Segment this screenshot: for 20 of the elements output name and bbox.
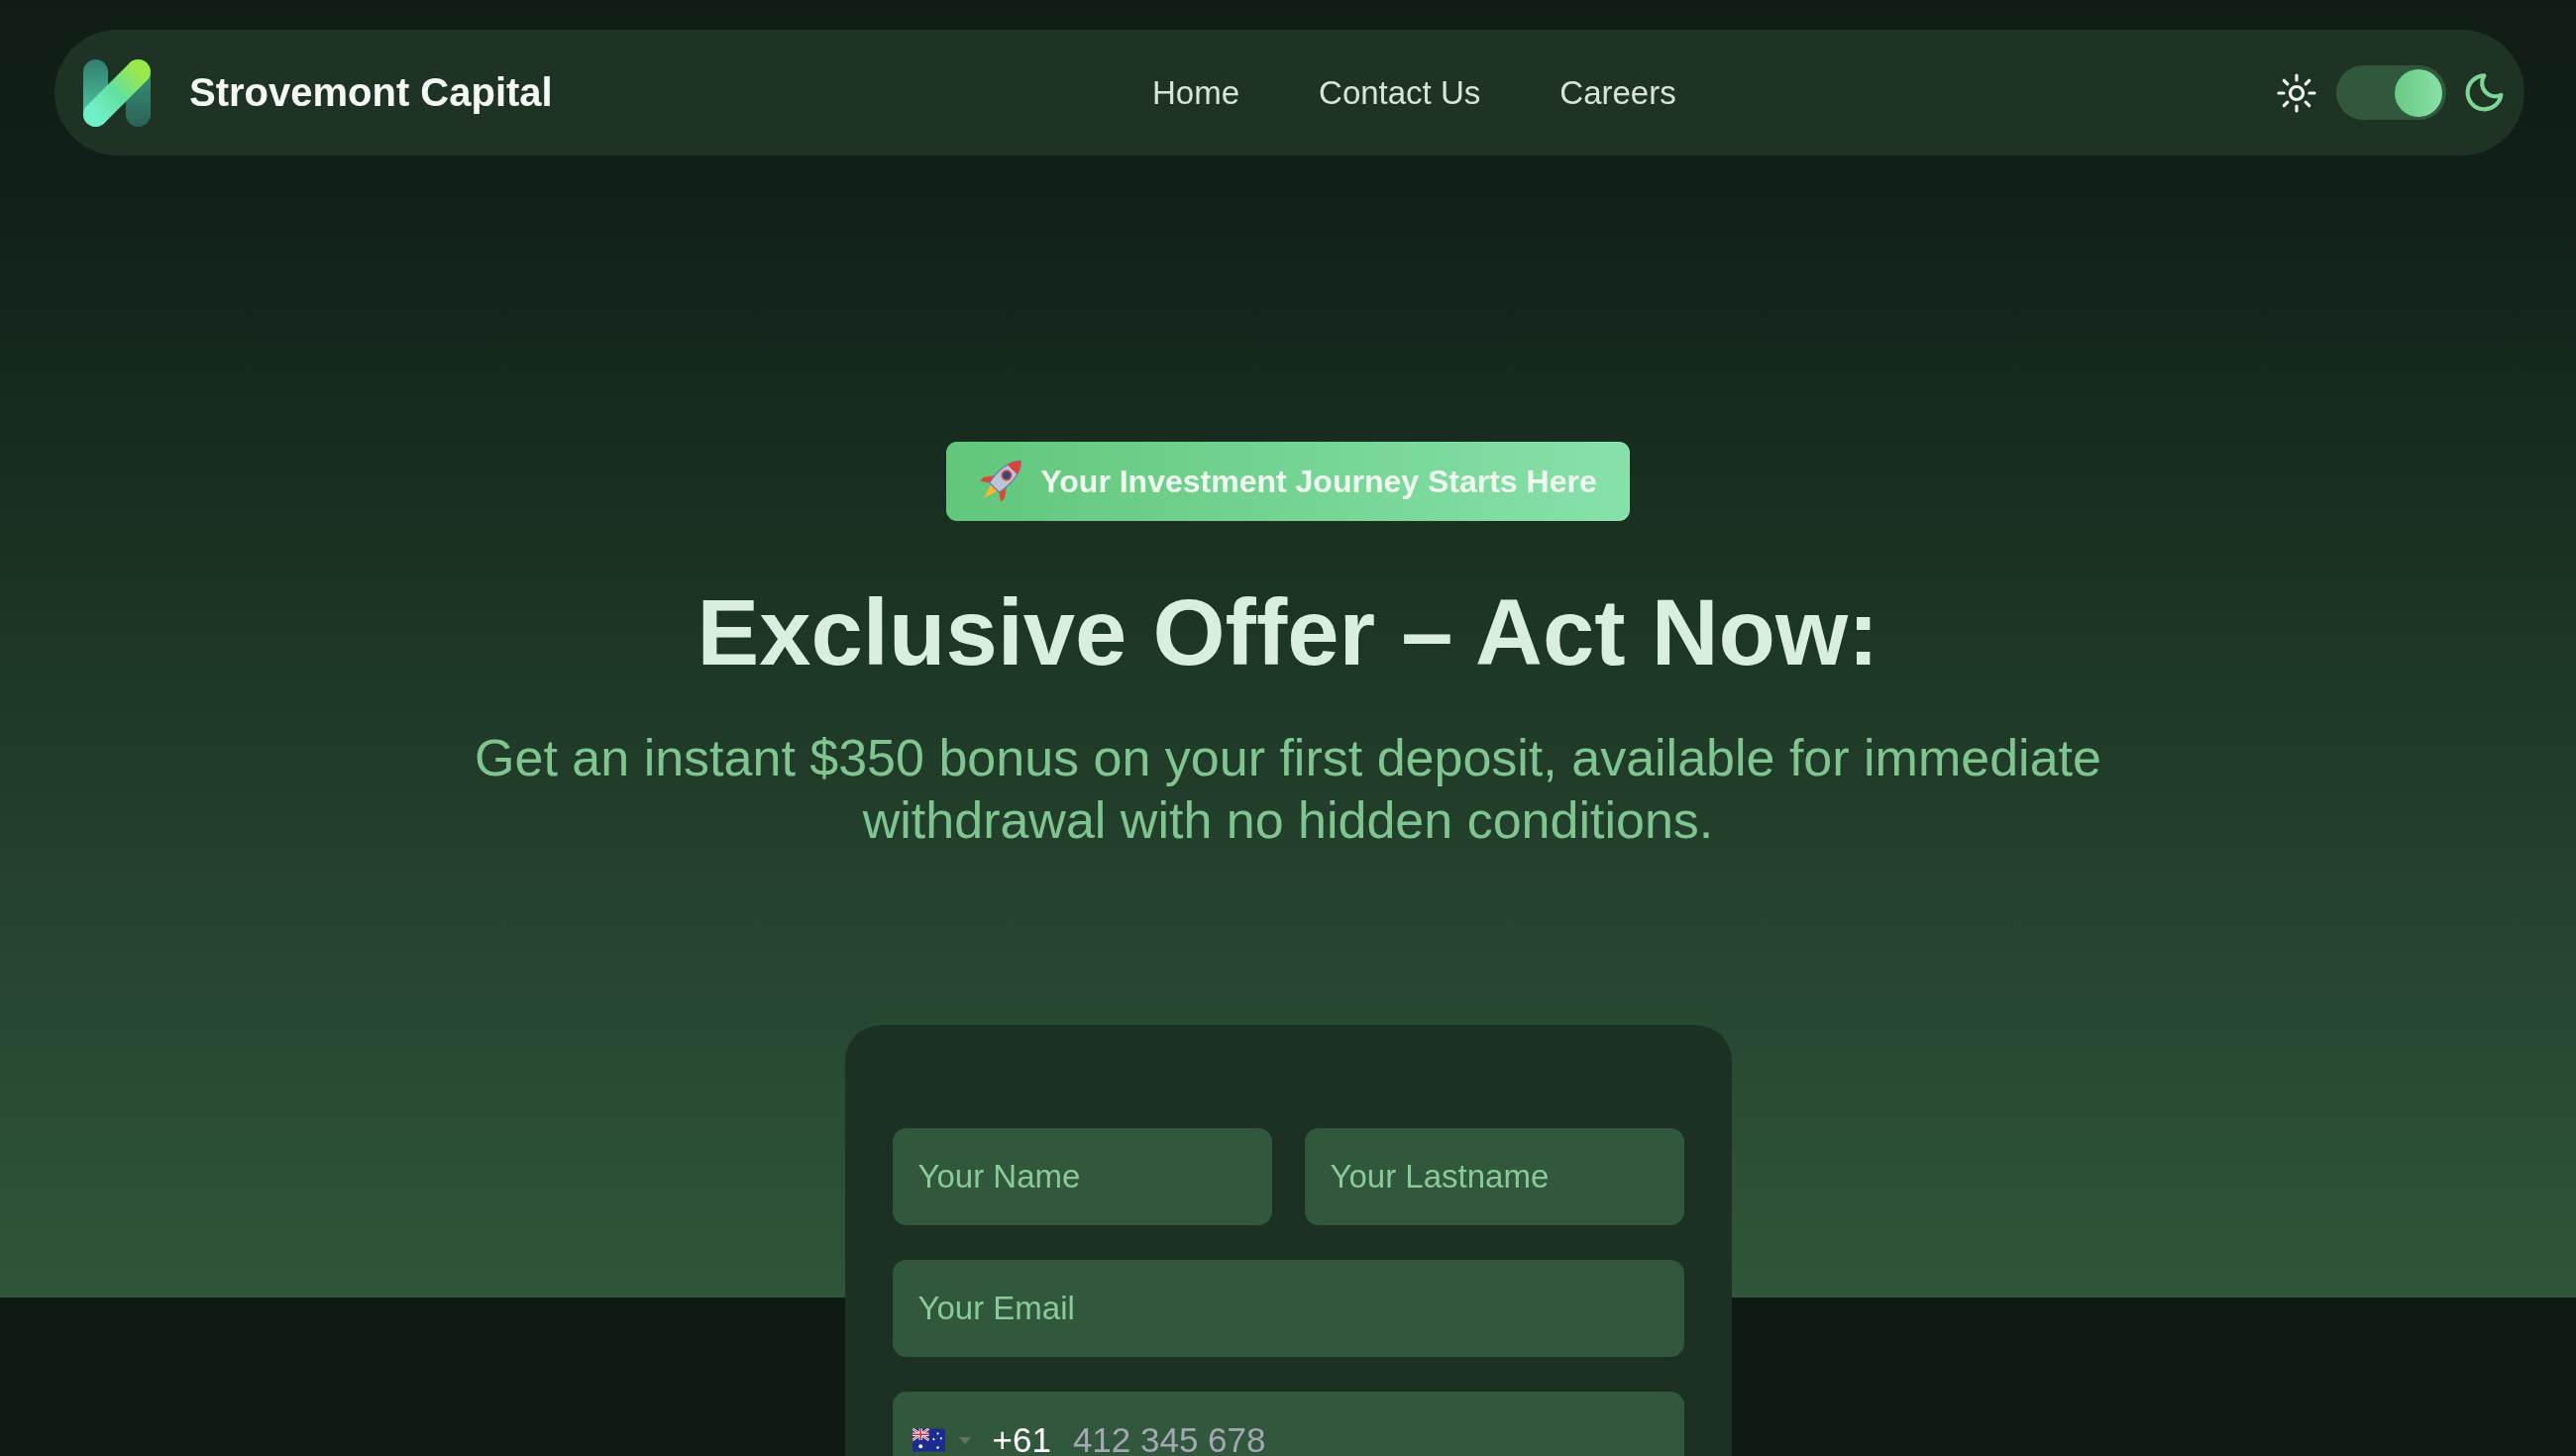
sun-icon xyxy=(2276,71,2317,114)
flag-icon xyxy=(912,1428,945,1452)
hero-title: Exclusive Offer – Act Now: xyxy=(697,579,1879,686)
dial-code: +61 xyxy=(992,1420,1051,1456)
hero-subtitle: Get an instant $350 bonus on your first deposit, available for immediate withdrawal with no hidden conditions. xyxy=(474,728,2102,851)
first-name-field[interactable]: Your Name xyxy=(892,1128,1272,1225)
hero-badge: Your Investment Journey Starts Here xyxy=(946,442,1630,521)
moon-icon xyxy=(2465,72,2505,113)
phone-number-input[interactable]: 412 345 678 xyxy=(1072,1420,1664,1456)
phone-field[interactable]: +61 412 345 678 xyxy=(892,1392,1684,1456)
caret-icon xyxy=(958,1436,971,1444)
nav-link[interactable]: Contact Us xyxy=(1319,73,1481,112)
rocket-icon xyxy=(979,459,1024,504)
nav-link[interactable]: Careers xyxy=(1559,73,1676,112)
logo-icon xyxy=(82,57,152,128)
country-select[interactable] xyxy=(912,1428,971,1452)
brand-name: Strovemont Capital xyxy=(189,70,553,115)
email-field[interactable]: Your Email xyxy=(892,1260,1684,1357)
nav-link[interactable]: Home xyxy=(1152,73,1240,112)
last-name-field[interactable]: Your Lastname xyxy=(1304,1128,1684,1225)
